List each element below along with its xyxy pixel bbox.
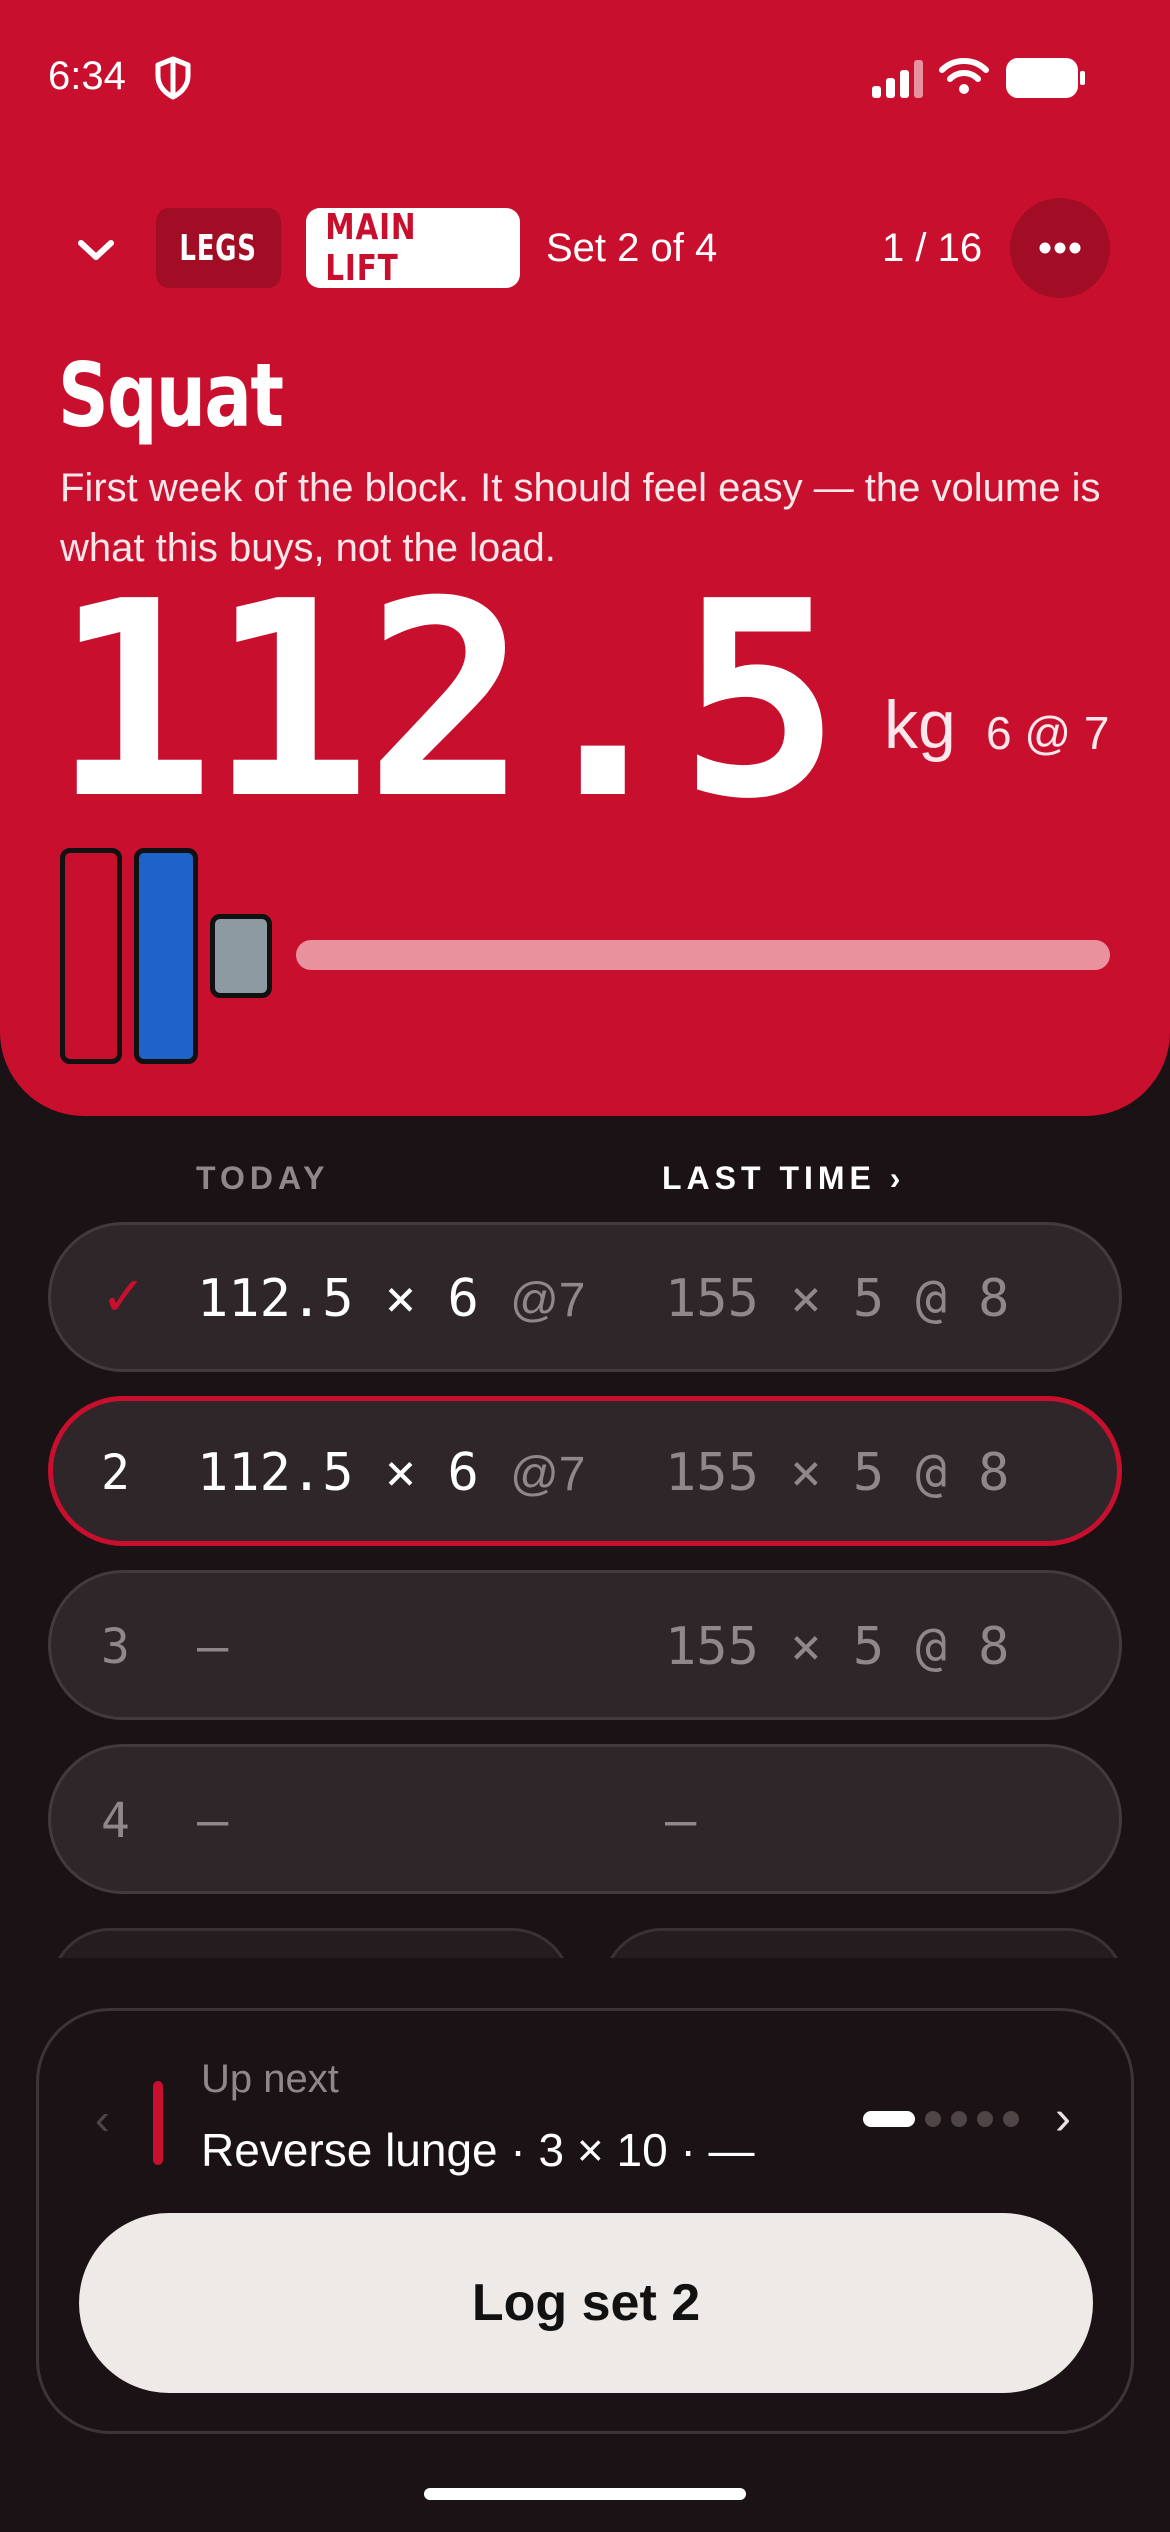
more-button[interactable]: [1010, 198, 1110, 298]
set-row-2[interactable]: 2 112.5 × 6 @7 155 × 5 @ 8: [48, 1396, 1122, 1546]
rep-target: 6 @ 7: [986, 707, 1110, 759]
log-set-button[interactable]: Log set 2: [79, 2213, 1093, 2393]
up-next-label: Up next: [201, 2057, 339, 2101]
set-last-time: 155 × 5 @ 8: [665, 1443, 1010, 1503]
set-last-time: 155 × 5 @ 8: [665, 1269, 1010, 1329]
set-today: —: [197, 1791, 229, 1851]
barbell-bar: [296, 940, 1110, 970]
set-number: 2: [101, 1445, 130, 1501]
more-icon: [1039, 242, 1081, 254]
shield-icon: [155, 56, 191, 100]
next-exercise-button[interactable]: ›: [1055, 2091, 1071, 2146]
exercise-hero: 6:34 LEGS MAIN LIFT Set 2 of 4 1 / 16 Sq…: [0, 0, 1170, 1116]
muscle-tag: LEGS: [156, 208, 281, 288]
check-icon: ✓: [101, 1265, 147, 1328]
set-last-time: —: [665, 1791, 697, 1851]
plate-red: [60, 848, 122, 1064]
column-last-time[interactable]: LAST TIME ›: [662, 1160, 905, 1197]
collapse-button[interactable]: [66, 220, 126, 280]
set-progress: Set 2 of 4: [546, 226, 718, 270]
set-row-4[interactable]: 4 — —: [48, 1744, 1122, 1894]
set-today: —: [197, 1617, 229, 1677]
set-row-3[interactable]: 3 — 155 × 5 @ 8: [48, 1570, 1122, 1720]
accent-bar: [153, 2081, 163, 2165]
target-weight[interactable]: 112.5: [52, 566, 841, 836]
pager-dot: [925, 2111, 941, 2127]
pager-dots: [863, 2111, 1019, 2127]
previous-exercise-button[interactable]: ‹: [95, 2095, 110, 2145]
column-today: TODAY: [196, 1160, 330, 1196]
set-number: 4: [101, 1793, 130, 1849]
exercise-title: Squat: [58, 344, 284, 447]
battery-icon: [1006, 58, 1085, 98]
lift-type-tag: MAIN LIFT: [306, 207, 520, 289]
pager-dot-active: [863, 2111, 915, 2127]
up-next-card: ‹ Up next Reverse lunge · 3 × 10 · — › L…: [36, 2008, 1134, 2434]
weight-unit: kg: [884, 687, 956, 763]
pager-dot: [977, 2111, 993, 2127]
set-number: 3: [101, 1619, 130, 1675]
plate-blue: [134, 848, 198, 1064]
set-today: 112.5 × 6 @7: [197, 1269, 586, 1329]
set-row-1[interactable]: ✓ 112.5 × 6 @7 155 × 5 @ 8: [48, 1222, 1122, 1372]
pager-dot: [951, 2111, 967, 2127]
set-last-time: 155 × 5 @ 8: [665, 1617, 1010, 1677]
signal-icon: [872, 60, 923, 98]
wifi-icon: [939, 58, 989, 94]
chevron-down-icon: [78, 240, 114, 260]
set-today: 112.5 × 6 @7: [197, 1443, 586, 1503]
status-time: 6:34: [48, 54, 126, 98]
pager-dot: [1003, 2111, 1019, 2127]
home-indicator[interactable]: [424, 2488, 746, 2500]
up-next-exercise[interactable]: Reverse lunge · 3 × 10 · —: [201, 2123, 755, 2177]
exercise-counter: 1 / 16: [882, 226, 983, 270]
plate-grey: [210, 914, 272, 998]
